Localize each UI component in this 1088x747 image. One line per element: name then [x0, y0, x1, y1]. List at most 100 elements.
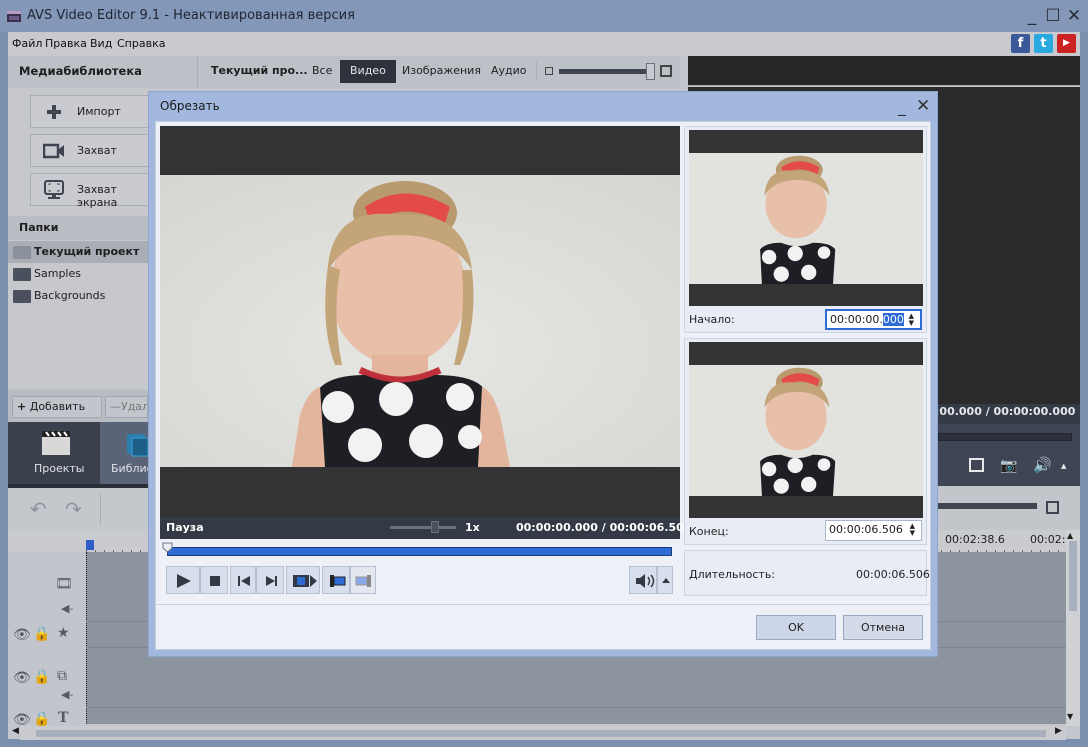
spin-arrows-icon[interactable]: ▲ ▼ [909, 313, 914, 327]
tab-video[interactable]: Видео [340, 60, 396, 83]
ruler-label: 00:02:5 [1030, 533, 1066, 546]
volume-expand-icon[interactable]: ▲ [1061, 462, 1066, 470]
cancel-button[interactable]: Отмена [843, 615, 923, 640]
play-icon [177, 574, 191, 588]
timeline-zoom-slider[interactable] [938, 503, 1037, 509]
duration-value: 00:00:06.506 [856, 568, 930, 581]
speed-slider-handle[interactable] [431, 521, 439, 533]
set-start-button[interactable] [322, 566, 350, 594]
import-button[interactable]: Импорт [30, 95, 150, 128]
divider [100, 494, 101, 524]
plus-icon: + [17, 400, 27, 413]
undo-icon[interactable]: ↶ [30, 497, 47, 521]
folder-current-project[interactable]: Текущий проект [8, 241, 148, 263]
menu-file[interactable]: Файл [12, 37, 42, 50]
camera-icon [43, 143, 64, 159]
previous-frame-button[interactable] [230, 566, 256, 594]
minimize-button[interactable]: _ [1022, 6, 1042, 26]
volume-button[interactable] [629, 566, 657, 594]
play-selection-button[interactable] [286, 566, 320, 594]
mark-out-icon [355, 575, 371, 587]
scroll-right-icon[interactable]: ▶ [1055, 726, 1062, 736]
mute-icon[interactable]: ◀- [61, 688, 73, 701]
text-track-icon: T [58, 710, 69, 726]
end-label: Конец: [689, 525, 729, 538]
dialog-close-button[interactable]: ✕ [916, 96, 930, 116]
clapperboard-icon [42, 431, 70, 455]
mute-icon[interactable]: ◀- [61, 602, 73, 615]
next-frame-button[interactable] [256, 566, 284, 594]
current-project-tab[interactable]: Текущий про... [201, 60, 318, 83]
thumb-size-slider[interactable] [559, 69, 651, 74]
scrollbar-thumb[interactable] [1069, 541, 1077, 611]
import-label: Импорт [77, 105, 121, 118]
seek-handle[interactable] [162, 542, 173, 553]
menu-help[interactable]: Справка [117, 37, 165, 50]
folder-samples[interactable]: Samples [8, 263, 148, 285]
close-button[interactable]: ✕ [1064, 6, 1084, 26]
seek-bar[interactable] [167, 547, 672, 556]
preview-seekbar[interactable] [938, 433, 1072, 441]
folder-label: Samples [34, 267, 81, 280]
small-thumbs-icon[interactable] [545, 67, 553, 75]
slider-handle[interactable] [646, 63, 655, 80]
youtube-icon[interactable]: ▶ [1057, 34, 1076, 53]
video-time: 00:00:00.000 / 00:00:06.506 [516, 521, 691, 534]
lock-icon[interactable]: 🔒 [33, 669, 50, 685]
dialog-minimize-button[interactable]: _ [898, 97, 906, 116]
skip-forward-icon [266, 576, 277, 586]
add-label: Добавить [29, 400, 86, 413]
scroll-down-icon[interactable]: ▼ [1067, 712, 1073, 721]
fullscreen-icon[interactable] [969, 458, 984, 472]
speed-slider[interactable] [390, 526, 456, 529]
add-folder-button[interactable]: + Добавить [12, 396, 102, 418]
folders-title: Папки [19, 221, 59, 234]
screen-capture-icon [44, 180, 64, 199]
window-title: AVS Video Editor 9.1 - Неактивированная … [27, 8, 355, 23]
scrollbar-thumb[interactable] [36, 730, 1046, 737]
spin-arrows-icon[interactable]: ▲ ▼ [910, 523, 915, 537]
lock-icon[interactable]: 🔒 [33, 626, 50, 642]
folder-icon [13, 290, 31, 303]
twitter-icon[interactable]: t [1034, 34, 1053, 53]
start-thumbnail [689, 130, 923, 306]
fit-timeline-icon[interactable] [1046, 501, 1059, 514]
divider [536, 62, 537, 80]
capture-button[interactable]: Захват [30, 134, 150, 167]
screen-capture-button[interactable]: Захват экрана [30, 173, 155, 209]
snapshot-icon[interactable]: 📷 [1000, 458, 1017, 474]
start-time-input[interactable]: 00:00:00.000 ▲ ▼ [825, 309, 922, 330]
volume-expand-button[interactable] [657, 566, 673, 594]
play-button[interactable] [166, 566, 200, 594]
tab-library[interactable]: Библиотека [100, 422, 148, 484]
redo-icon[interactable]: ↷ [65, 497, 82, 521]
folder-icon [13, 268, 31, 281]
scroll-left-icon[interactable]: ◀ [12, 726, 19, 736]
playhead-marker[interactable] [86, 540, 94, 550]
end-time-input[interactable]: 00:00:06.506 ▲ ▼ [825, 520, 922, 541]
menu-view[interactable]: Вид [90, 37, 112, 50]
remove-folder-button[interactable]: —Удалить [105, 396, 148, 418]
menu-bar [8, 32, 1080, 56]
lock-icon[interactable]: 🔒 [33, 711, 50, 727]
eye-icon[interactable]: 👁 [13, 670, 31, 686]
video-frame [160, 175, 680, 467]
set-end-button[interactable] [350, 566, 376, 594]
time-separator: / [601, 521, 606, 534]
tab-images[interactable]: Изображения [392, 60, 491, 83]
menu-edit[interactable]: Правка [45, 37, 87, 50]
maximize-button[interactable]: ☐ [1043, 6, 1063, 26]
folder-backgrounds[interactable]: Backgrounds [8, 285, 148, 307]
ok-button[interactable]: OK [756, 615, 836, 640]
tab-all[interactable]: Все [302, 60, 342, 83]
tab-audio[interactable]: Аудио [481, 60, 537, 83]
app-icon [7, 11, 21, 22]
scroll-up-icon[interactable]: ▲ [1067, 531, 1073, 540]
volume-icon[interactable]: 🔊 [1033, 456, 1052, 474]
tab-projects[interactable]: Проекты [8, 422, 100, 484]
eye-icon[interactable]: 👁 [13, 627, 31, 643]
facebook-icon[interactable]: f [1011, 34, 1030, 53]
stop-button[interactable] [200, 566, 228, 594]
track-divider [86, 707, 1066, 708]
large-thumbs-icon[interactable] [660, 65, 672, 77]
